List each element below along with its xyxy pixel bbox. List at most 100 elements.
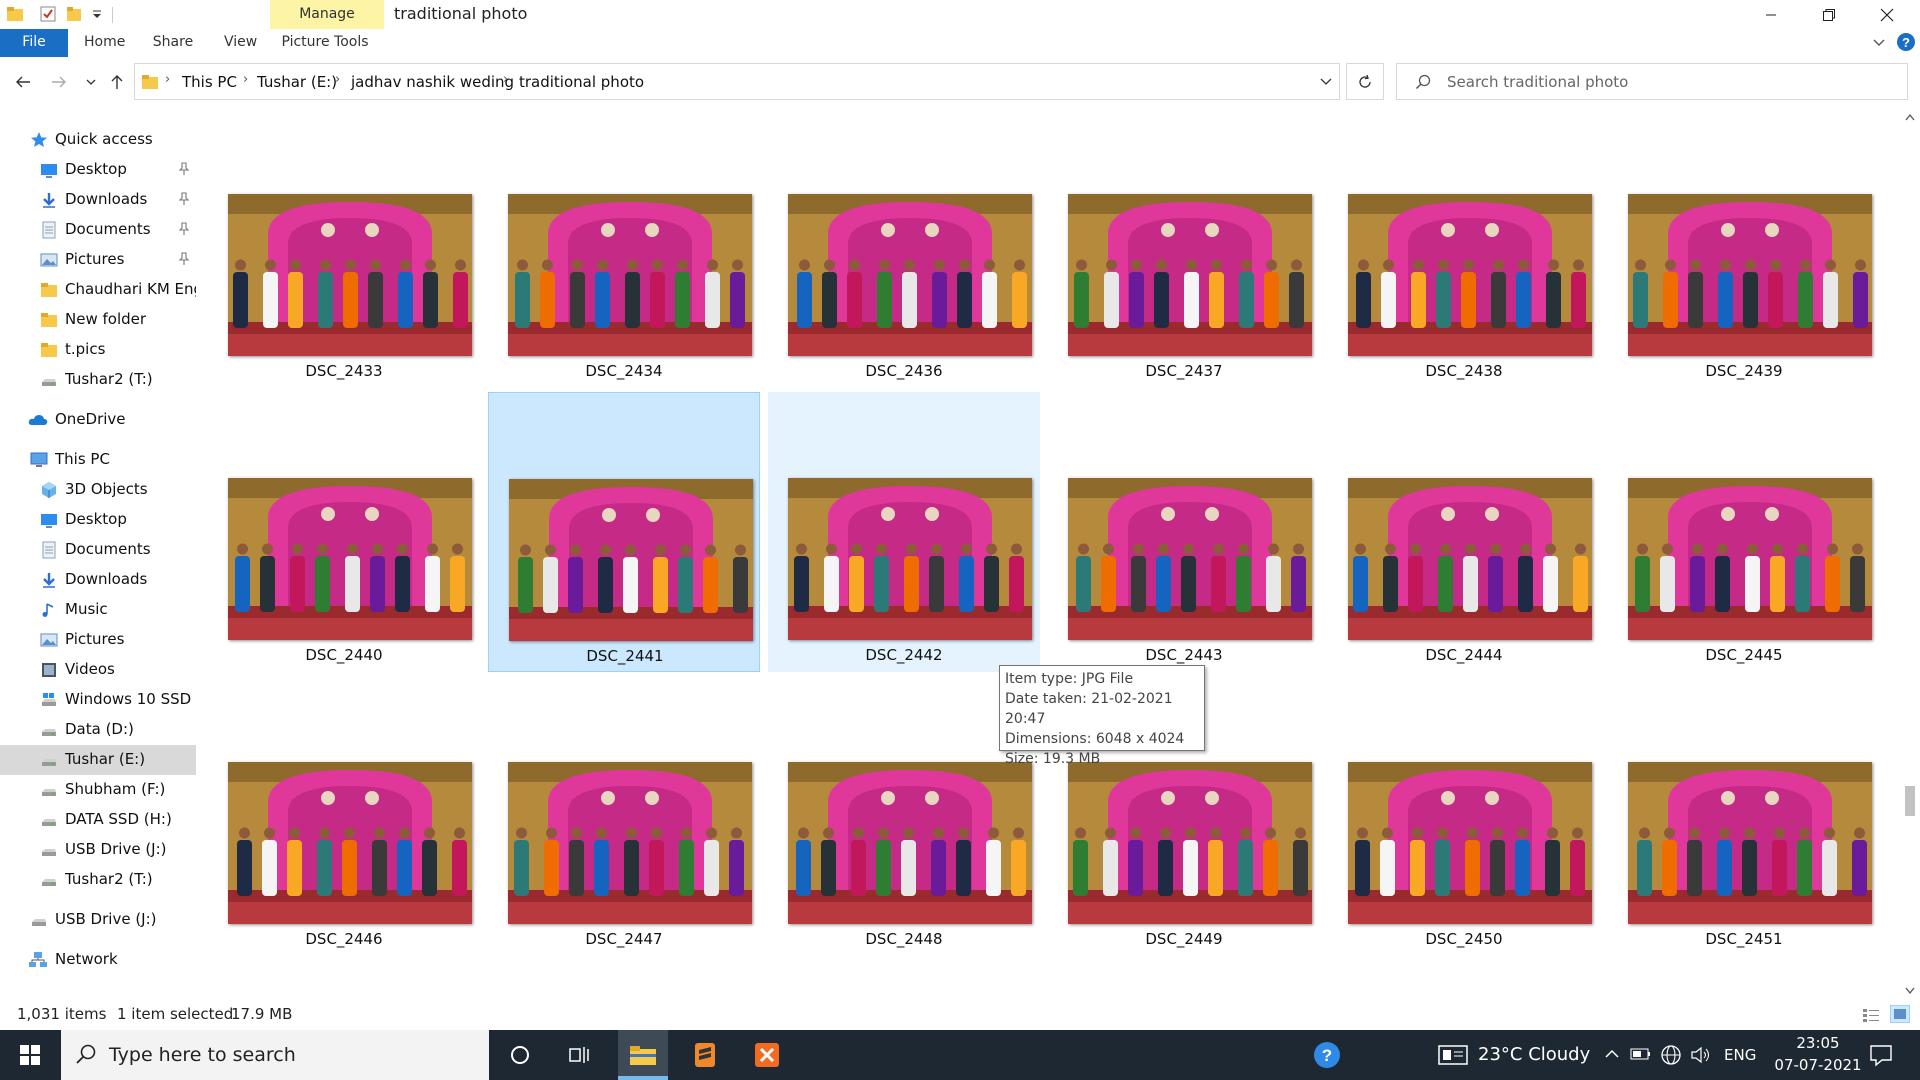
new-folder-icon[interactable] xyxy=(66,5,84,23)
breadcrumb-separator[interactable]: › xyxy=(243,72,248,87)
nav-quick-access[interactable]: Quick access xyxy=(0,125,196,155)
nav-item-videos[interactable]: Videos xyxy=(0,655,196,685)
tab-file[interactable]: File xyxy=(0,29,68,57)
nav-item-tushar2-t[interactable]: Tushar2 (T:) xyxy=(0,865,196,895)
cortana-button[interactable] xyxy=(495,1030,545,1080)
nav-item-usb-drive-j[interactable]: USB Drive (J:) xyxy=(0,835,196,865)
vertical-scrollbar[interactable] xyxy=(1900,108,1920,1000)
restore-button[interactable] xyxy=(1800,0,1858,29)
nav-this-pc[interactable]: This PC xyxy=(0,445,196,475)
file-item[interactable]: DSC_2440 xyxy=(208,392,480,672)
nav-item-documents[interactable]: Documents xyxy=(0,215,196,245)
nav-item-new-folder[interactable]: New folder xyxy=(0,305,196,335)
battery-icon[interactable] xyxy=(1630,1046,1652,1062)
nav-item-tushar2-t[interactable]: Tushar2 (T:) xyxy=(0,365,196,395)
nav-item-t-pics[interactable]: t.pics xyxy=(0,335,196,365)
tips-button[interactable]: ? xyxy=(1302,1030,1352,1080)
nav-item-pictures[interactable]: Pictures xyxy=(0,245,196,275)
details-view-icon[interactable] xyxy=(1862,1007,1880,1023)
help-icon[interactable]: ? xyxy=(1896,32,1916,52)
refresh-button[interactable] xyxy=(1346,63,1384,100)
clock-date[interactable]: 07-07-2021 xyxy=(1768,1056,1868,1074)
tab-view[interactable]: View xyxy=(224,29,257,57)
file-item[interactable]: DSC_2441 xyxy=(488,392,760,672)
file-item[interactable]: DSC_2438 xyxy=(1328,108,1600,388)
address-history-chevron-icon[interactable] xyxy=(1319,76,1333,88)
file-item[interactable]: DSC_2433 xyxy=(208,108,480,388)
file-item[interactable]: DSC_2434 xyxy=(488,108,760,388)
breadcrumb-traditional-photo[interactable]: traditional photo xyxy=(519,73,644,91)
taskbar-search-box[interactable]: Type here to search xyxy=(61,1030,489,1080)
breadcrumb-jadhav-nashik-weding[interactable]: jadhav nashik weding xyxy=(351,73,514,91)
breadcrumb-separator[interactable]: › xyxy=(335,72,340,87)
file-item[interactable]: DSC_2442 xyxy=(768,392,1040,672)
nav-usb-drive-j[interactable]: USB Drive (J:) xyxy=(0,905,196,935)
nav-item-desktop[interactable]: Desktop xyxy=(0,505,196,535)
nav-item-shubham-f[interactable]: Shubham (F:) xyxy=(0,775,196,805)
nav-item-tushar-e[interactable]: Tushar (E:) xyxy=(0,745,196,775)
nav-item-downloads[interactable]: Downloads xyxy=(0,565,196,595)
nav-item-pictures[interactable]: Pictures xyxy=(0,625,196,655)
close-button[interactable] xyxy=(1858,0,1916,29)
large-icons-view-icon[interactable] xyxy=(1890,1005,1910,1023)
nav-item-documents[interactable]: Documents xyxy=(0,535,196,565)
file-item[interactable]: DSC_2446 xyxy=(208,676,480,956)
address-bar[interactable]: › This PC › Tushar (E:) › jadhav nashik … xyxy=(134,63,1340,100)
pin-icon[interactable] xyxy=(178,222,190,236)
show-hidden-icons-icon[interactable] xyxy=(1604,1047,1620,1061)
file-item[interactable]: DSC_2437 xyxy=(1048,108,1320,388)
network-globe-icon[interactable] xyxy=(1660,1044,1682,1066)
file-item[interactable]: DSC_2447 xyxy=(488,676,760,956)
volume-icon[interactable] xyxy=(1690,1045,1712,1065)
nav-item-3d-objects[interactable]: 3D Objects xyxy=(0,475,196,505)
nav-item-windows-10-ssd[interactable]: Windows 10 SSD (C xyxy=(0,685,196,715)
notifications-icon[interactable] xyxy=(1868,1042,1894,1068)
scroll-thumb[interactable] xyxy=(1905,786,1915,816)
file-item[interactable]: DSC_2443 xyxy=(1048,392,1320,672)
file-item[interactable]: DSC_2436 xyxy=(768,108,1040,388)
file-item[interactable]: DSC_2444 xyxy=(1328,392,1600,672)
forward-button[interactable] xyxy=(48,71,70,93)
nav-onedrive[interactable]: OneDrive xyxy=(0,405,196,435)
search-box[interactable]: Search traditional photo xyxy=(1396,63,1908,100)
file-explorer-taskbar-button[interactable] xyxy=(618,1030,668,1080)
properties-icon[interactable] xyxy=(39,5,57,23)
clock-time[interactable]: 23:05 xyxy=(1773,1034,1863,1052)
breadcrumb-separator[interactable]: › xyxy=(503,72,508,87)
minimize-button[interactable] xyxy=(1742,0,1800,29)
up-button[interactable] xyxy=(106,71,128,93)
breadcrumb-tushar-e[interactable]: Tushar (E:) xyxy=(257,73,337,91)
tab-picture-tools[interactable]: Picture Tools xyxy=(280,29,370,57)
pin-icon[interactable] xyxy=(178,192,190,206)
expand-ribbon-icon[interactable] xyxy=(1872,35,1886,49)
weather-icon[interactable] xyxy=(1438,1044,1468,1066)
customize-qat-icon[interactable] xyxy=(90,5,108,23)
scroll-up-icon[interactable] xyxy=(1904,112,1916,122)
file-item[interactable]: DSC_2445 xyxy=(1608,392,1880,672)
nav-item-data-ssd-h[interactable]: DATA SSD (H:) xyxy=(0,805,196,835)
tab-manage[interactable]: Manage xyxy=(270,0,384,29)
file-item[interactable]: DSC_2439 xyxy=(1608,108,1880,388)
nav-network[interactable]: Network xyxy=(0,945,196,975)
weather-text[interactable]: 23°C Cloudy xyxy=(1478,1044,1590,1065)
nav-item-desktop[interactable]: Desktop xyxy=(0,155,196,185)
tab-home[interactable]: Home xyxy=(84,29,125,57)
file-item[interactable]: DSC_2450 xyxy=(1328,676,1600,956)
nav-item-chaudhari-km-enga[interactable]: Chaudhari KM Enga xyxy=(0,275,196,305)
sublime-text-taskbar-button[interactable] xyxy=(680,1030,730,1080)
breadcrumb-separator[interactable]: › xyxy=(165,72,170,87)
breadcrumb-this-pc[interactable]: This PC xyxy=(182,73,237,91)
recent-locations-button[interactable] xyxy=(80,71,102,93)
nav-item-data-d[interactable]: Data (D:) xyxy=(0,715,196,745)
nav-item-music[interactable]: Music xyxy=(0,595,196,625)
file-item[interactable]: DSC_2451 xyxy=(1608,676,1880,956)
pin-icon[interactable] xyxy=(178,162,190,176)
task-view-button[interactable] xyxy=(555,1030,605,1080)
tab-share[interactable]: Share xyxy=(152,29,194,57)
start-button[interactable] xyxy=(5,1030,55,1080)
nav-item-downloads[interactable]: Downloads xyxy=(0,185,196,215)
back-button[interactable] xyxy=(12,71,34,93)
input-language[interactable]: ENG xyxy=(1724,1046,1756,1064)
scroll-down-icon[interactable] xyxy=(1904,986,1916,996)
pin-icon[interactable] xyxy=(178,252,190,266)
